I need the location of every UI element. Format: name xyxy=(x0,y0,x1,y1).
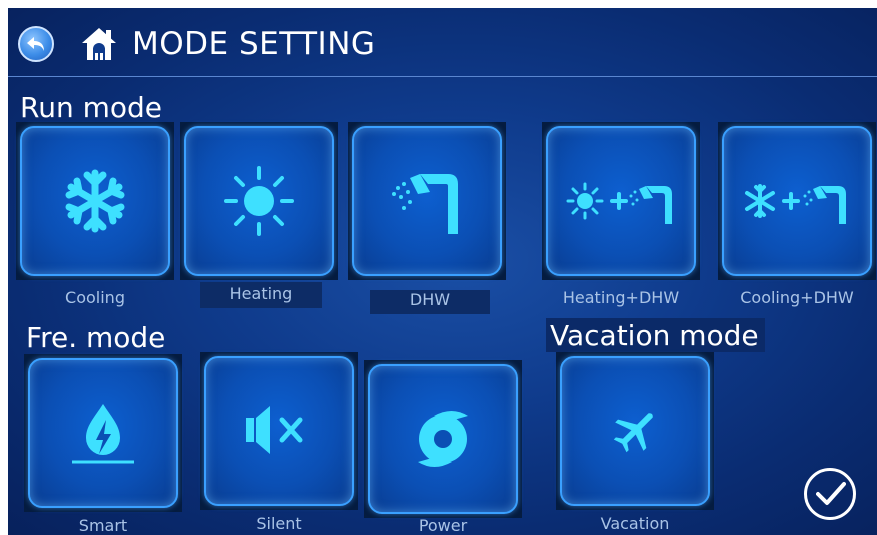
mute-speaker-icon xyxy=(246,406,303,454)
power-mode-button[interactable] xyxy=(364,360,522,518)
header-bar: MODE SETTING xyxy=(8,8,877,78)
typhoon-icon xyxy=(418,411,468,467)
cooling-dhw-label: Cooling+DHW xyxy=(740,288,854,307)
smart-mode-button[interactable] xyxy=(24,354,182,512)
vacation-mode-label: Vacation mode xyxy=(546,318,765,352)
snowflake-plus-shower-icon xyxy=(745,184,846,224)
vacation-label: Vacation xyxy=(600,514,670,533)
smart-label: Smart xyxy=(78,516,128,535)
airplane-icon xyxy=(613,413,653,453)
sun-plus-shower-icon xyxy=(566,182,672,224)
cooling-label: Cooling xyxy=(65,288,125,307)
heating-mode-button[interactable] xyxy=(180,122,338,280)
silent-label: Silent xyxy=(256,514,302,533)
confirm-button[interactable] xyxy=(804,468,856,520)
back-button[interactable] xyxy=(18,26,54,62)
sun-icon xyxy=(224,166,294,236)
cooling-mode-button[interactable] xyxy=(16,122,174,280)
checkmark-icon xyxy=(816,482,846,505)
run-mode-label: Run mode xyxy=(20,91,162,124)
heating-dhw-mode-button[interactable] xyxy=(542,122,700,280)
page-title: MODE SETTING xyxy=(132,26,376,62)
cooling-dhw-mode-button[interactable] xyxy=(718,122,876,280)
shower-icon xyxy=(392,174,458,234)
home-icon[interactable] xyxy=(80,26,118,62)
fre-mode-label: Fre. mode xyxy=(26,321,166,354)
snowflake-icon xyxy=(65,169,125,233)
eco-drop-icon xyxy=(72,404,134,464)
heating-dhw-label: Heating+DHW xyxy=(562,288,680,307)
back-arrow-icon xyxy=(27,37,44,51)
dhw-mode-button[interactable] xyxy=(348,122,506,280)
silent-mode-button[interactable] xyxy=(200,352,358,510)
power-label: Power xyxy=(418,516,468,535)
header-divider xyxy=(8,76,877,77)
vacation-mode-button[interactable] xyxy=(556,352,714,510)
mode-setting-screen: MODE SETTING Run mode Cooling Heating DH… xyxy=(8,8,877,535)
dhw-label: DHW xyxy=(370,290,490,314)
heating-label: Heating xyxy=(200,282,322,308)
